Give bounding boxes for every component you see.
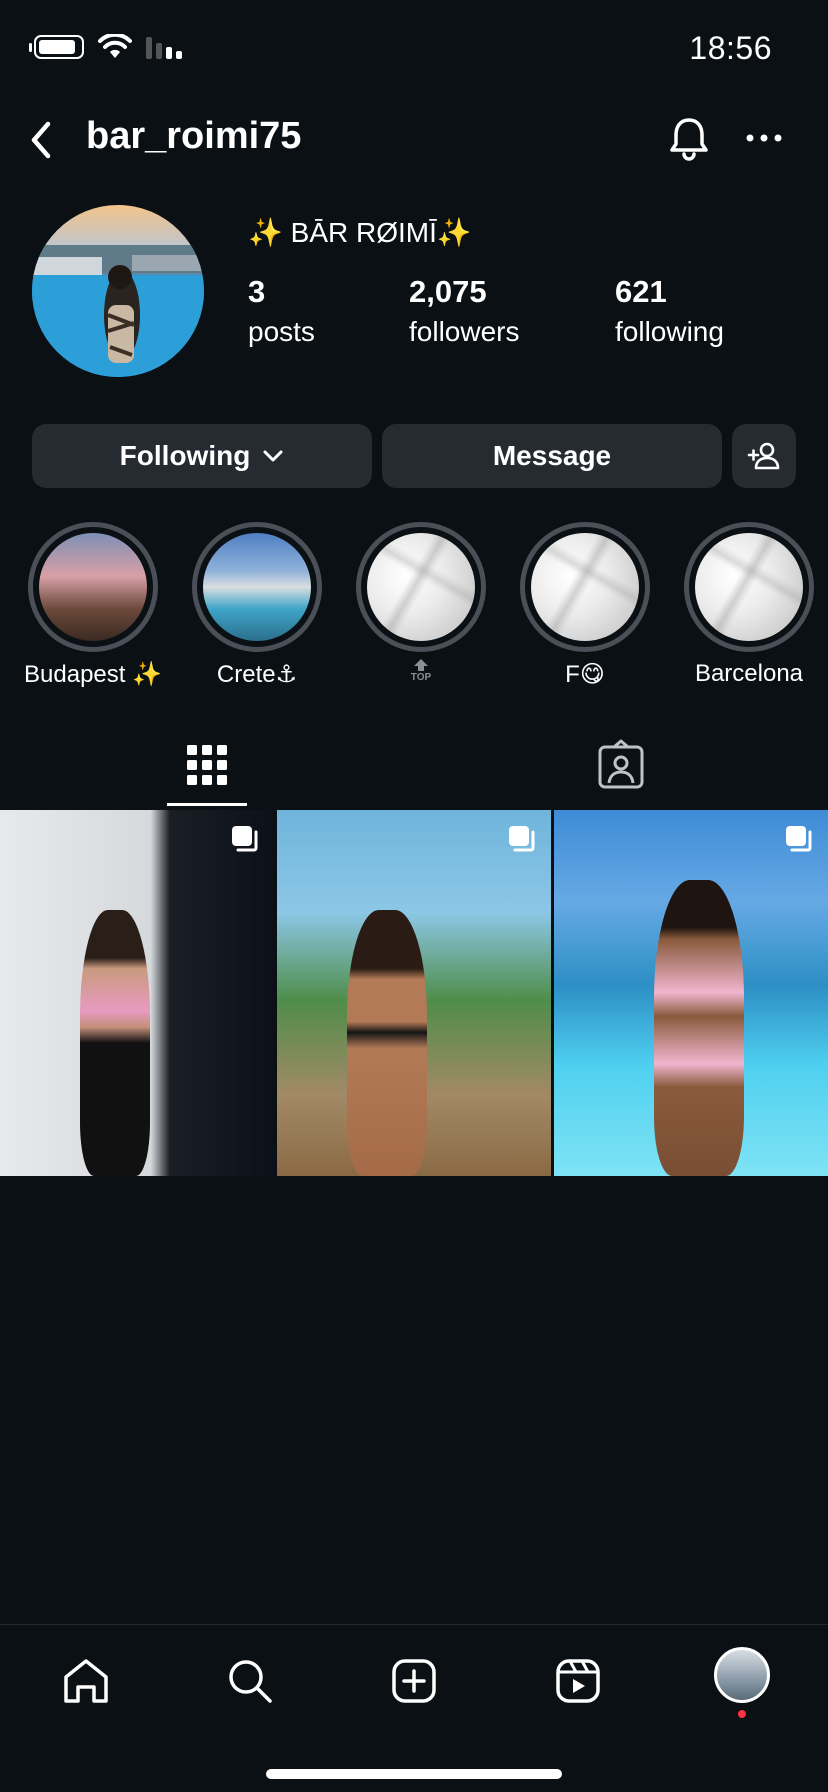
message-label: Message <box>492 440 612 471</box>
chevron-left-icon[interactable] <box>22 118 62 162</box>
reels-icon[interactable] <box>550 1653 606 1709</box>
following-label: Following <box>119 440 251 471</box>
highlight-ring <box>520 522 650 652</box>
message-button[interactable]: Message <box>382 424 722 488</box>
highlight-cover <box>695 533 803 641</box>
signal-icon <box>146 37 182 59</box>
more-horizontal-icon[interactable] <box>740 126 788 150</box>
clock: 18:56 <box>689 30 772 66</box>
stat-value: 621 <box>615 274 667 309</box>
stat-label: posts <box>248 316 315 347</box>
multiple-posts-icon <box>786 826 812 852</box>
highlight-ring <box>356 522 486 652</box>
post-thumbnail[interactable] <box>0 810 274 1176</box>
highlight-label: TOP <box>326 658 516 683</box>
stat-value: 2,075 <box>409 274 487 309</box>
highlight-ring <box>684 522 814 652</box>
stat-label: followers <box>409 316 520 347</box>
highlight-budapest[interactable]: Budapest ✨ <box>24 522 162 688</box>
profile-tab-avatar[interactable] <box>714 1647 770 1703</box>
highlight-cover <box>531 533 639 641</box>
highlight-label: Barcelona <box>694 660 804 687</box>
search-icon[interactable] <box>222 1653 278 1709</box>
post-thumbnail[interactable] <box>554 810 828 1176</box>
highlight-ring <box>28 522 158 652</box>
active-tab-indicator <box>167 803 247 806</box>
highlight-ring <box>192 522 322 652</box>
post-thumbnail[interactable] <box>277 810 551 1176</box>
grid-icon[interactable] <box>177 735 237 795</box>
post-figure <box>80 910 150 1176</box>
chevron-down-icon <box>263 450 283 462</box>
stat-value: 3 <box>248 274 266 309</box>
wifi-icon <box>98 34 132 58</box>
highlight-label: Crete⚓ <box>216 661 298 688</box>
highlight-label: Budapest ✨ <box>24 661 162 688</box>
highlight-top[interactable]: TOP <box>356 522 486 683</box>
avatar[interactable] <box>32 205 204 377</box>
battery-icon <box>29 35 84 59</box>
highlight-cover <box>367 533 475 641</box>
highlight-cover <box>203 533 311 641</box>
stat-posts[interactable]: 3 posts <box>248 274 315 348</box>
highlight-cover <box>39 533 147 641</box>
tagged-icon[interactable] <box>591 735 651 795</box>
notification-dot <box>738 1710 746 1718</box>
status-bar: 18:56 <box>0 0 828 100</box>
home-icon[interactable] <box>58 1653 114 1709</box>
stat-following[interactable]: 621 following <box>615 274 724 348</box>
display-name: ✨ BĀR RØIMĪ✨ <box>248 217 472 248</box>
highlight-barcelona[interactable]: Barcelona <box>684 522 814 687</box>
page-title: bar_roimi75 <box>86 115 302 157</box>
highlight-label: F😋 <box>565 661 605 688</box>
suggested-people-button[interactable] <box>732 424 796 488</box>
avatar-photo <box>32 245 204 377</box>
profile-screen: 18:56 bar_roimi75 ✨ BĀR RØIMĪ✨ 3 posts 2… <box>0 0 828 1792</box>
multiple-posts-icon <box>232 826 258 852</box>
multiple-posts-icon <box>509 826 535 852</box>
stat-label: following <box>615 316 724 347</box>
highlight-f[interactable]: F😋 <box>520 522 650 688</box>
post-figure <box>654 880 744 1176</box>
stat-followers[interactable]: 2,075 followers <box>409 274 519 348</box>
add-person-icon <box>747 442 780 470</box>
home-indicator[interactable] <box>266 1769 562 1779</box>
post-figure <box>347 910 427 1176</box>
highlight-crete[interactable]: Crete⚓ <box>192 522 322 688</box>
following-button[interactable]: Following <box>32 424 372 488</box>
bell-icon[interactable] <box>664 114 714 164</box>
profile-header: bar_roimi75 <box>0 100 828 180</box>
status-icons <box>29 34 186 60</box>
posts-grid <box>0 810 828 1176</box>
arrow-up-icon <box>414 659 428 671</box>
bottom-nav <box>0 1624 828 1792</box>
highlight-label-text: TOP <box>410 672 432 683</box>
create-icon[interactable] <box>386 1653 442 1709</box>
